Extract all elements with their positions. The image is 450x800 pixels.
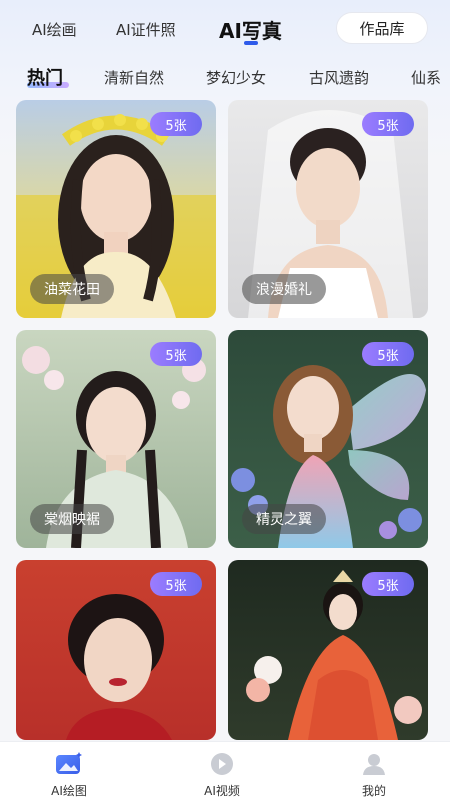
play-icon (211, 753, 233, 775)
category-hot[interactable]: 热门 (27, 64, 63, 90)
category-tabs: 热门 清新自然 梦幻少女 古风遗韵 仙系 (0, 58, 450, 94)
bottom-navigation: AI绘图 AI视频 我的 (0, 741, 450, 800)
nav-ai-drawing[interactable]: AI绘图 (19, 742, 119, 800)
photo-count-badge: 5张 (362, 112, 414, 136)
user-icon (363, 754, 385, 775)
template-name-label: 棠烟映裾 (30, 504, 114, 534)
tab-ai-painting[interactable]: AI绘画 (32, 19, 77, 40)
category-dreamy-girl[interactable]: 梦幻少女 (206, 67, 266, 88)
template-name-label: 浪漫婚礼 (242, 274, 326, 304)
category-ancient-style[interactable]: 古风遗韵 (309, 67, 369, 88)
template-card[interactable]: 5张 油菜花田 (16, 100, 216, 318)
category-fairy[interactable]: 仙系 (411, 67, 441, 88)
works-library-button[interactable]: 作品库 (336, 12, 428, 44)
nav-label: 我的 (361, 784, 386, 798)
photo-count-badge: 5张 (150, 342, 202, 366)
template-name-label: 油菜花田 (30, 274, 114, 304)
top-tab-bar: AI绘画 AI证件照 AI写真 作品库 (0, 0, 450, 58)
nav-ai-video[interactable]: AI视频 (172, 742, 272, 800)
category-fresh-natural[interactable]: 清新自然 (104, 67, 164, 88)
template-card[interactable]: 5张 浪漫婚礼 (228, 100, 428, 318)
template-card[interactable]: 5张 棠烟映裾 (16, 330, 216, 548)
template-card[interactable]: 5张 (228, 560, 428, 740)
template-card[interactable]: 5张 (16, 560, 216, 740)
template-card[interactable]: 5张 精灵之翼 (228, 330, 428, 548)
nav-label: AI视频 (204, 784, 240, 798)
active-tab-indicator (244, 41, 258, 45)
nav-mine[interactable]: 我的 (324, 742, 424, 800)
photo-count-badge: 5张 (362, 342, 414, 366)
tab-ai-portrait[interactable]: AI写真 (219, 15, 282, 44)
nav-label: AI绘图 (51, 784, 87, 798)
tab-ai-id-photo[interactable]: AI证件照 (116, 19, 176, 40)
template-name-label: 精灵之翼 (242, 504, 326, 534)
portrait-template-grid: 5张 油菜花田 5张 浪漫婚礼 5张 棠烟映裾 5张 精灵之翼 5张 5张 (0, 100, 450, 740)
image-sparkle-icon (56, 752, 82, 774)
photo-count-badge: 5张 (362, 572, 414, 596)
photo-count-badge: 5张 (150, 112, 202, 136)
photo-count-badge: 5张 (150, 572, 202, 596)
